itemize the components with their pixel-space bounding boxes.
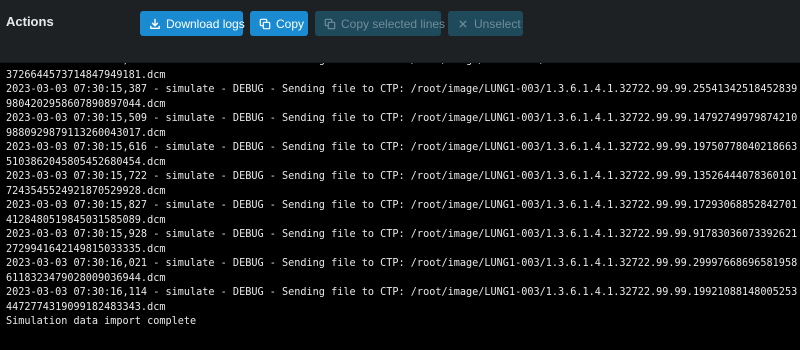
log-line[interactable]: 2023-03-03 07:30:15,928 - simulate - DEB… xyxy=(6,228,798,243)
log-line[interactable]: 4128480519845031585089.dcm xyxy=(6,214,798,229)
log-line[interactable]: 2023-03-03 07:30:15,616 - simulate - DEB… xyxy=(6,141,798,156)
copy-button[interactable]: Copy xyxy=(250,11,308,36)
log-line[interactable]: 2023-03-03 07:30:15,509 - simulate - DEB… xyxy=(6,112,798,127)
log-line[interactable]: 5103862045805452680454.dcm xyxy=(6,156,798,171)
log-line[interactable]: Simulation data import complete xyxy=(6,315,798,330)
log-line[interactable]: 2023-03-03 07:30:15,387 - simulate - DEB… xyxy=(6,83,798,98)
download-logs-label: Download logs xyxy=(166,16,245,31)
log-line[interactable]: 9804202958607890897044.dcm xyxy=(6,98,798,113)
log-line[interactable]: 2023-03-03 07:30:15,280 - simulate - DEB… xyxy=(6,63,798,69)
copy-selected-lines-label: Copy selected lines xyxy=(341,16,446,31)
close-icon xyxy=(457,18,469,30)
log-line[interactable]: 2023-03-03 07:30:15,827 - simulate - DEB… xyxy=(6,199,798,214)
log-line[interactable]: 6118323479028009036944.dcm xyxy=(6,272,798,287)
log-line[interactable]: 9880929879113260043017.dcm xyxy=(6,127,798,142)
copy-selected-lines-button[interactable]: Copy selected lines xyxy=(315,11,445,36)
unselect-button[interactable]: Unselect xyxy=(448,11,523,36)
log-lines: 2023-03-03 07:30:15,280 - simulate - DEB… xyxy=(6,63,798,330)
copy-icon xyxy=(259,18,271,30)
log-line[interactable]: 2023-03-03 07:30:16,021 - simulate - DEB… xyxy=(6,257,798,272)
log-line[interactable]: 2023-03-03 07:30:15,722 - simulate - DEB… xyxy=(6,170,798,185)
copy-label: Copy xyxy=(276,16,305,31)
log-line[interactable]: 3726644573714847949181.dcm xyxy=(6,69,798,84)
toolbar-title: Actions xyxy=(6,14,54,29)
unselect-label: Unselect xyxy=(474,16,521,31)
log-output-panel[interactable]: 2023-03-03 07:30:15,280 - simulate - DEB… xyxy=(0,63,800,350)
log-line[interactable]: 4472774319099182483343.dcm xyxy=(6,301,798,316)
download-icon xyxy=(149,18,161,30)
download-logs-button[interactable]: Download logs xyxy=(140,11,245,36)
actions-toolbar: Actions Download logs Copy Copy selected… xyxy=(0,0,800,63)
log-line[interactable]: 2729941642149815033335.dcm xyxy=(6,243,798,258)
log-line[interactable]: 7243545524921870529928.dcm xyxy=(6,185,798,200)
log-line[interactable]: 2023-03-03 07:30:16,114 - simulate - DEB… xyxy=(6,286,798,301)
copy-icon xyxy=(324,18,336,30)
